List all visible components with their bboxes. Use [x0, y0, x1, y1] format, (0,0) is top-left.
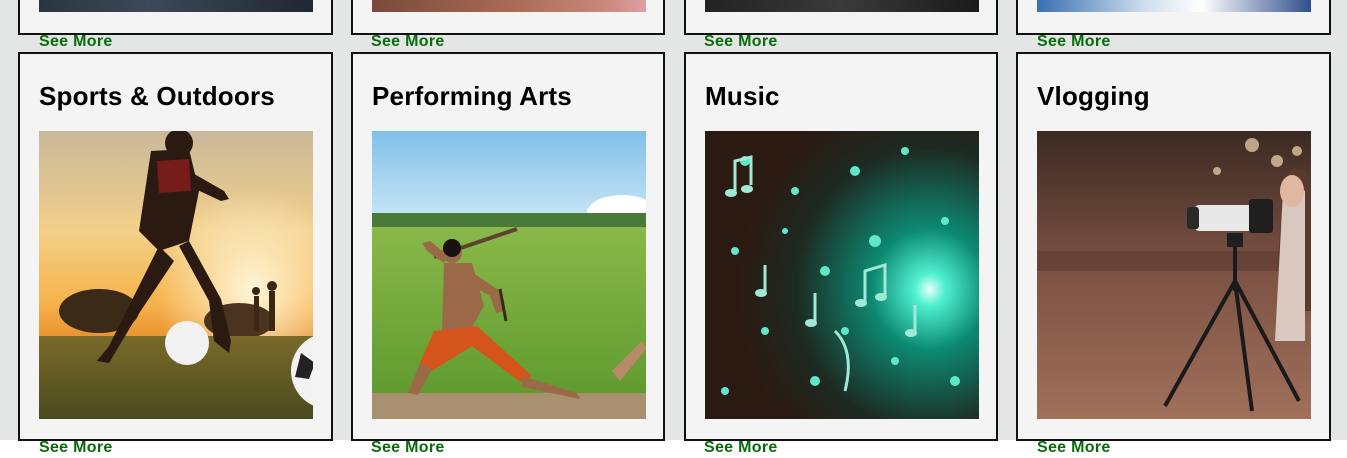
top-card-4: [1016, 0, 1331, 35]
see-more-link[interactable]: See More: [39, 33, 113, 51]
see-more-link[interactable]: See More: [704, 439, 778, 457]
category-title: Music: [705, 81, 780, 111]
category-title: Sports & Outdoors: [39, 81, 275, 111]
category-image-performing-arts[interactable]: [372, 131, 646, 419]
see-more-link[interactable]: See More: [39, 439, 113, 457]
category-image-music[interactable]: [705, 131, 979, 419]
top-card-image[interactable]: [705, 0, 979, 12]
top-card-image[interactable]: [1037, 0, 1311, 12]
category-card-performing-arts[interactable]: Performing Arts: [351, 52, 665, 441]
category-image-vlogging[interactable]: [1037, 131, 1311, 419]
top-card-image[interactable]: [39, 0, 313, 12]
top-card-1: [18, 0, 333, 35]
see-more-link[interactable]: See More: [371, 439, 445, 457]
category-image-sports[interactable]: [39, 131, 313, 419]
category-title: Vlogging: [1037, 81, 1150, 111]
see-more-link[interactable]: See More: [1037, 33, 1111, 51]
category-title: Performing Arts: [372, 81, 572, 111]
category-card-sports-outdoors[interactable]: Sports & Outdoors: [18, 52, 333, 441]
category-card-vlogging[interactable]: Vlogging: [1016, 52, 1331, 441]
see-more-link[interactable]: See More: [1037, 439, 1111, 457]
see-more-link[interactable]: See More: [371, 33, 445, 51]
see-more-link[interactable]: See More: [704, 33, 778, 51]
top-card-3: [684, 0, 998, 35]
top-card-2: [351, 0, 665, 35]
top-card-image[interactable]: [372, 0, 646, 12]
category-card-music[interactable]: Music: [684, 52, 998, 441]
